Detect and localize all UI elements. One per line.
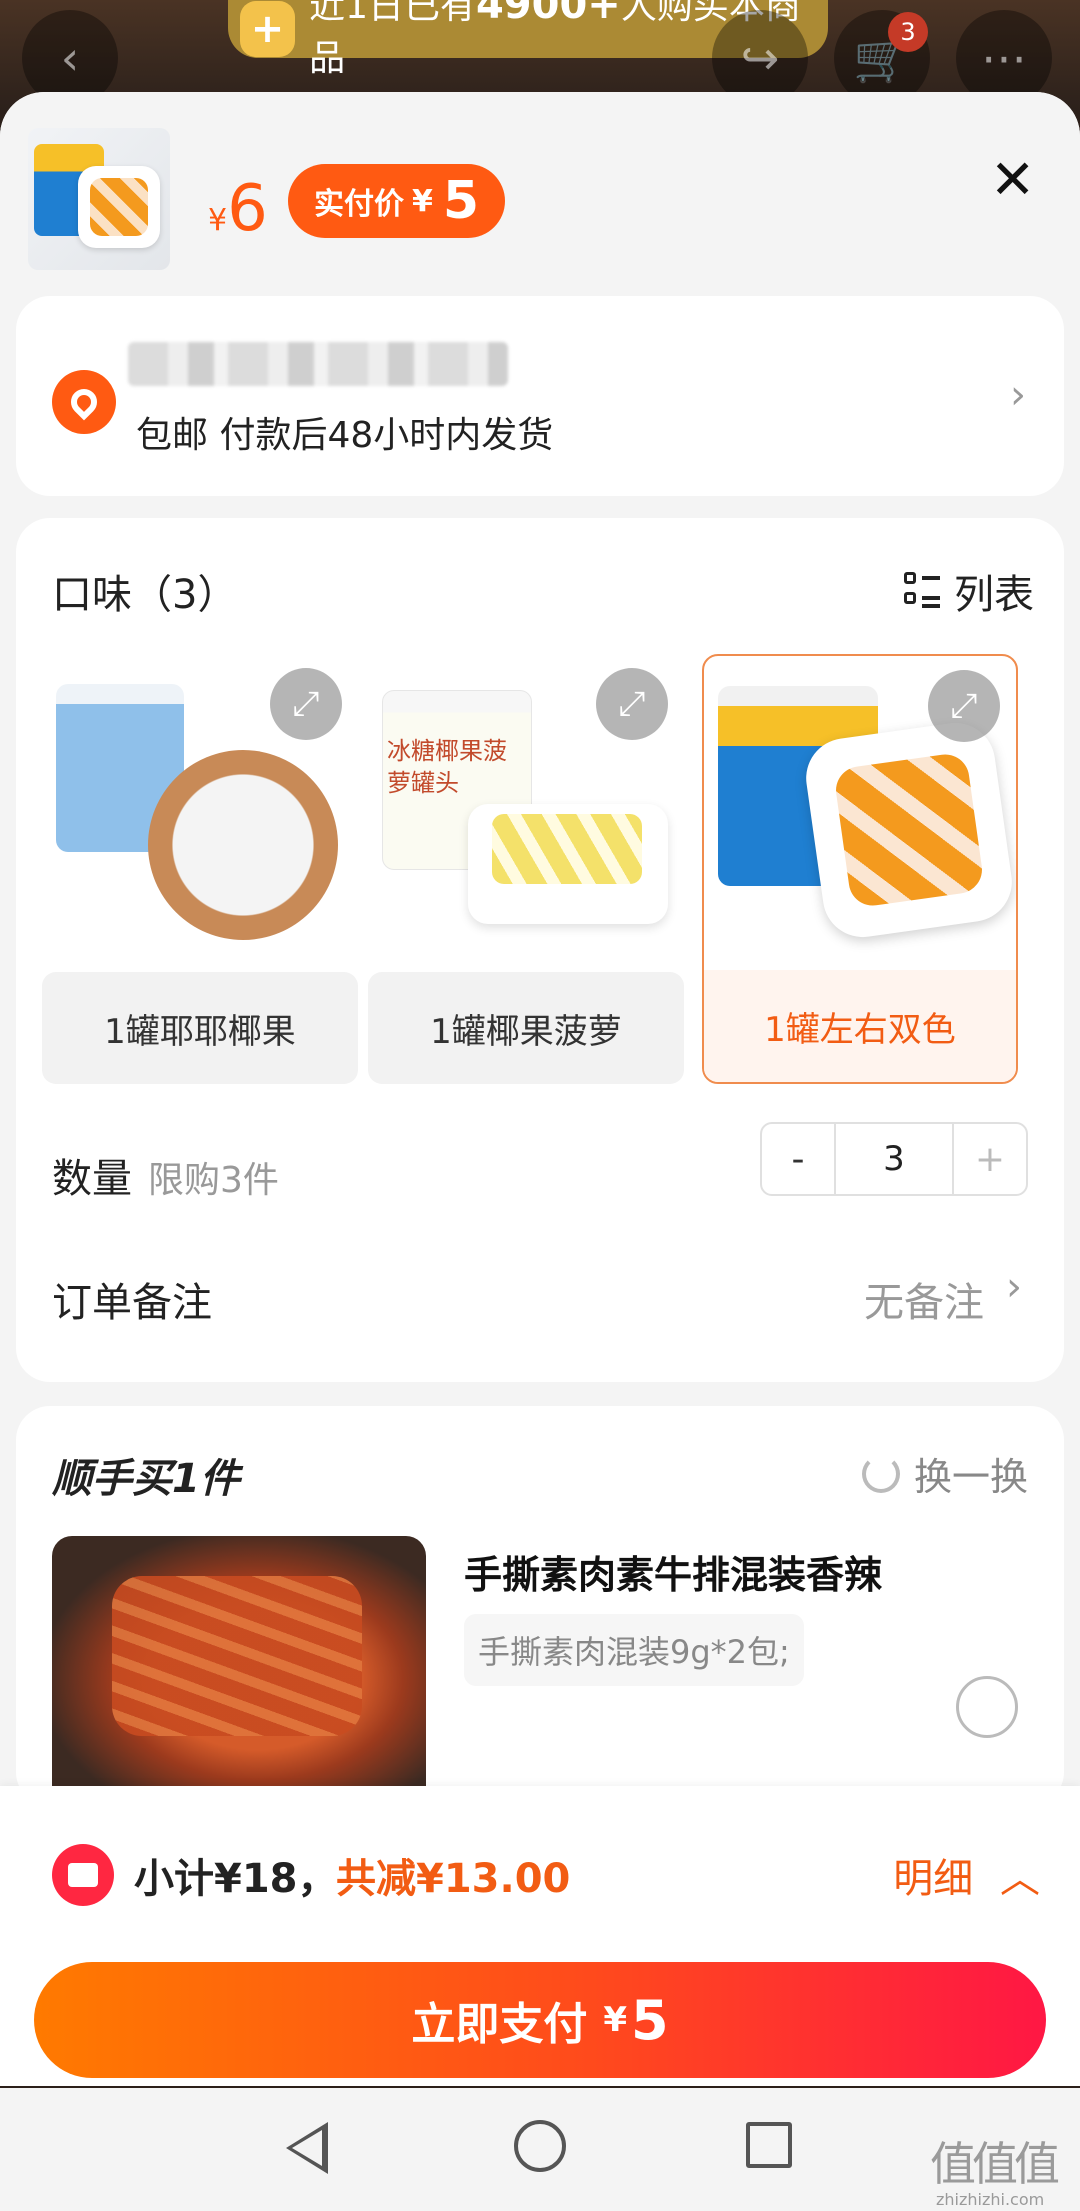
- actual-price-value: 5: [442, 171, 480, 231]
- chevron-left-icon: ‹: [60, 31, 80, 85]
- location-icon: [52, 370, 116, 434]
- addon-product-image[interactable]: [52, 1536, 426, 1796]
- share-icon: ↪: [740, 31, 780, 85]
- pay-now-label: 立即支付: [411, 1999, 588, 2050]
- pay-amount: 5: [631, 1988, 669, 2052]
- checkout-footer: 小计¥18， 共减¥13.00 明细 ︿ 立即支付 ¥ 5: [0, 1786, 1080, 2086]
- addon-card: 顺手买1件 换一换 手撕素肉素牛排混装香辣 手撕素肉混装9g*2包;: [16, 1406, 1064, 1806]
- chevron-right-icon[interactable]: ›: [1006, 1264, 1022, 1310]
- more-icon: ⋯: [981, 31, 1027, 85]
- actual-price-pill: 实付价 ¥ 5: [288, 164, 506, 238]
- price-currency: ¥: [208, 203, 228, 238]
- sku-sheet: ¥6 实付价 ¥ 5 ✕ 包邮 付款后48小时内发货 › 口味（3） 列表 ⤢ …: [0, 92, 1080, 2086]
- chevron-right-icon: ›: [1010, 372, 1026, 418]
- bowl-image: [468, 804, 668, 924]
- addon-title: 顺手买1件: [52, 1456, 240, 1502]
- addon-product-name[interactable]: 手撕素肉素牛排混装香辣: [464, 1544, 882, 1599]
- can-label-text: 冰糖椰果菠萝罐头: [387, 737, 507, 797]
- swap-button[interactable]: 换一换: [861, 1446, 1028, 1501]
- flavor-title: 口味（3）: [52, 572, 238, 618]
- quantity-stepper: - 3 +: [760, 1122, 1028, 1196]
- cart-count-badge: 3: [888, 12, 928, 52]
- sheet-header: ¥6 实付价 ¥ 5 ✕: [0, 92, 1080, 292]
- detail-label: 明细: [893, 1856, 974, 1902]
- address-redacted: [128, 342, 508, 386]
- addon-select-radio[interactable]: [956, 1676, 1018, 1738]
- spec-card: 口味（3） 列表 ⤢ 1罐耶耶椰果 冰糖椰果菠萝罐头 ⤢ 1罐椰果菠萝 ⤢ 1罐…: [16, 518, 1064, 1382]
- swap-label: 换一换: [913, 1455, 1028, 1499]
- watermark: 值值值 zhizhizhi.com: [930, 2128, 1060, 2209]
- list-view-label: 列表: [954, 572, 1034, 618]
- shipping-info: 包邮 付款后48小时内发货: [136, 415, 554, 456]
- increment-button[interactable]: +: [954, 1124, 1026, 1194]
- flavor-option-label: 1罐椰果菠萝: [368, 972, 684, 1084]
- quantity-label: 数量 限购3件: [52, 1146, 279, 1204]
- actual-price-currency: ¥: [412, 183, 433, 219]
- flavor-option-label: 1罐左右双色: [704, 970, 1016, 1082]
- expand-icon[interactable]: ⤢: [270, 668, 342, 740]
- price-value: 6: [227, 172, 268, 246]
- bowl-image: [801, 717, 1016, 943]
- address-card[interactable]: 包邮 付款后48小时内发货 ›: [16, 296, 1064, 496]
- product-thumbnail[interactable]: [28, 128, 170, 270]
- addon-product-spec[interactable]: 手撕素肉混装9g*2包;: [464, 1614, 804, 1686]
- pay-currency: ¥: [603, 2000, 628, 2040]
- bowl-image: [78, 166, 160, 248]
- close-icon[interactable]: ✕: [990, 148, 1035, 211]
- banner-count: 4900+: [475, 0, 621, 28]
- quantity-title: 数量: [52, 1156, 132, 1202]
- actual-price-label: 实付价: [314, 187, 404, 222]
- subtotal-text: 小计¥18，: [134, 1856, 338, 1902]
- flavor-option-yeye[interactable]: ⤢ 1罐耶耶椰果: [42, 654, 358, 1084]
- watermark-glyphs: 值值值: [930, 2137, 1060, 2191]
- chevron-up-icon: ︿: [1000, 1856, 1040, 1902]
- order-note-value[interactable]: 无备注: [864, 1270, 984, 1328]
- flavor-option-pineapple[interactable]: 冰糖椰果菠萝罐头 ⤢ 1罐椰果菠萝: [368, 654, 684, 1084]
- pay-now-button[interactable]: 立即支付 ¥ 5: [34, 1962, 1046, 2078]
- nav-home-icon[interactable]: [514, 2120, 566, 2172]
- expand-icon[interactable]: ⤢: [928, 670, 1000, 742]
- system-nav-bar: 值值值 zhizhizhi.com: [0, 2088, 1080, 2211]
- bowl-image: [148, 750, 338, 940]
- list-price: ¥6: [208, 172, 268, 246]
- purchase-limit: 限购3件: [148, 1160, 279, 1201]
- price-detail-toggle[interactable]: 明细 ︿: [893, 1846, 1040, 1904]
- discount-text: 共减¥13.00: [336, 1856, 571, 1902]
- list-icon: [904, 572, 940, 610]
- flavor-option-dual-color[interactable]: ⤢ 1罐左右双色: [702, 654, 1018, 1084]
- watermark-site: zhizhizhi.com: [936, 2190, 1045, 2209]
- refresh-icon: [861, 1454, 900, 1493]
- order-note-label: 订单备注: [52, 1280, 212, 1326]
- coupon-icon: [52, 1844, 114, 1906]
- banner-text-pre: 近1日已有: [309, 0, 476, 27]
- flavor-option-label: 1罐耶耶椰果: [42, 972, 358, 1084]
- quantity-value[interactable]: 3: [834, 1124, 954, 1194]
- plus-bag-icon: +: [240, 1, 296, 57]
- nav-recents-icon[interactable]: [746, 2122, 792, 2168]
- nav-back-icon[interactable]: [286, 2122, 328, 2174]
- expand-icon[interactable]: ⤢: [596, 668, 668, 740]
- decrement-button[interactable]: -: [762, 1124, 834, 1194]
- list-view-toggle[interactable]: 列表: [904, 562, 1034, 620]
